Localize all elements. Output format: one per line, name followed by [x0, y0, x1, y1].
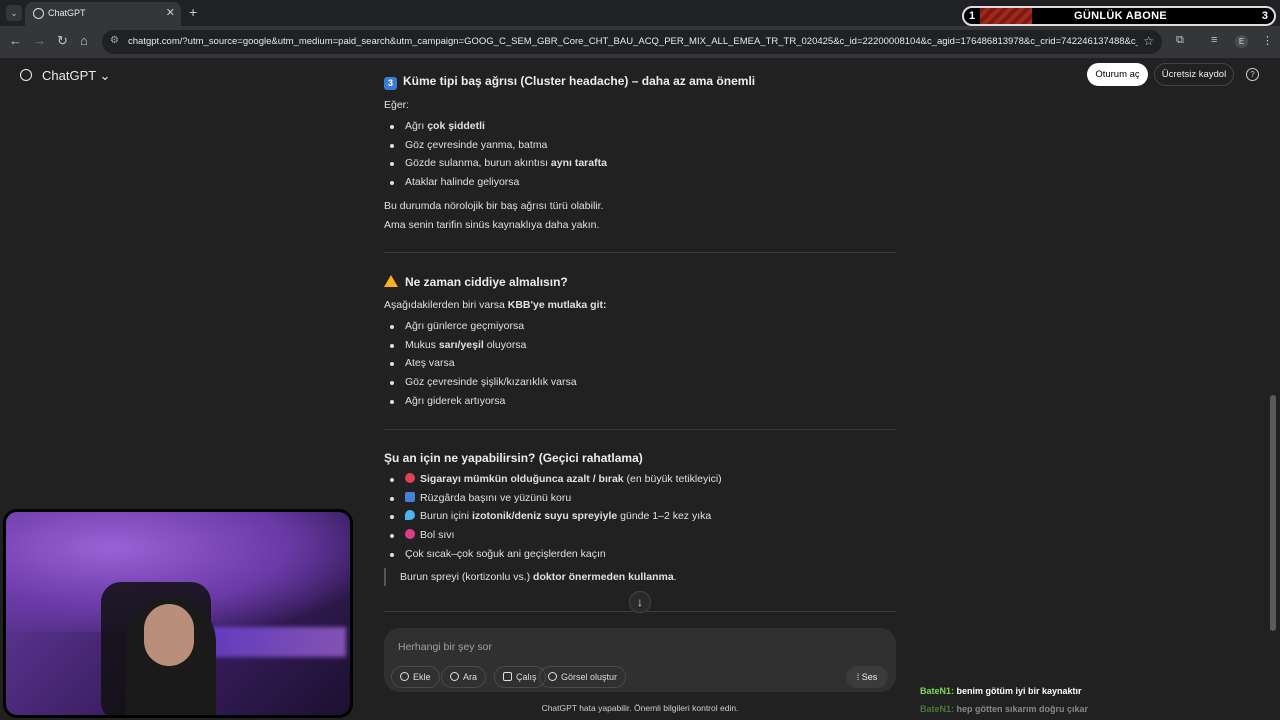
composer[interactable]: Herhangi bir şey sor Ekle Ara Çalış Görs… [384, 628, 896, 692]
section-cluster-list: Ağrı çok şiddetli Göz çevresinde yanma, … [384, 120, 607, 195]
chatgpt-favicon-icon [33, 8, 44, 19]
paperclip-icon [400, 672, 409, 681]
list-item: Ağrı giderek artıyorsa [384, 395, 577, 414]
site-info-icon[interactable]: ⚙ [110, 35, 119, 46]
divider [384, 429, 896, 430]
webcam-face [144, 604, 194, 666]
disclaimer: ChatGPT hata yapabilir. Önemli bilgileri… [541, 703, 739, 713]
section-cluster-note-2: Ama senin tarifin sinüs kaynaklıya daha … [384, 219, 600, 231]
webcam-light [196, 627, 346, 657]
warning-icon [384, 275, 398, 287]
chatgpt-logo-icon [20, 69, 32, 81]
blockquote-warning: Burun spreyi (kortizonlu vs.) doktor öne… [384, 568, 896, 586]
section-serious-title: Ne zaman ciddiye almalısın? [405, 275, 568, 289]
prompt-input[interactable]: Herhangi bir şey sor [398, 641, 492, 653]
close-tab-icon[interactable]: ✕ [166, 6, 175, 19]
scroll-down-button[interactable]: ↓ [629, 591, 651, 613]
chevron-down-icon: ⌄ [99, 68, 111, 83]
no-smoking-icon [405, 473, 415, 483]
list-item: Bol sıvı [384, 529, 722, 548]
back-icon[interactable]: ← [9, 33, 22, 48]
section-cluster-title: Küme tipi baş ağrısı (Cluster headache) … [403, 74, 756, 88]
scrollbar[interactable] [1270, 58, 1276, 698]
reading-list-icon[interactable]: ≡ [1211, 34, 1217, 46]
section-relief-heading: Şu an için ne yapabilirsin? (Geçici raha… [384, 451, 643, 465]
banner-left-count: 1 [969, 10, 976, 22]
list-item: Ateş varsa [384, 357, 577, 376]
list-item: Göz çevresinde yanma, batma [384, 139, 607, 158]
url-text: chatgpt.com/?utm_source=google&utm_mediu… [128, 36, 1138, 47]
brand-name: ChatGPT [42, 68, 96, 83]
drink-icon [405, 529, 415, 540]
list-item: Rüzgârda başını ve yüzünü koru [384, 491, 722, 511]
list-item: Mukus sarı/yeşil oluyorsa [384, 339, 577, 358]
list-item: Gözde sulanma, burun akıntısı aynı taraf… [384, 157, 607, 176]
profile-avatar[interactable]: E [1235, 35, 1248, 48]
webcam-overlay [3, 509, 353, 718]
section-serious-intro: Aşağıdakilerden biri varsa KBB'ye mutlak… [384, 299, 607, 311]
tab-title: ChatGPT [48, 8, 86, 18]
banner-right-count: 3 [1261, 10, 1268, 22]
study-button[interactable]: Çalış [494, 666, 546, 688]
list-item: Ağrı günlerce geçmiyorsa [384, 320, 577, 339]
stream-chat-message: BateN1: hep götten sıkarım doğru çıkar [920, 704, 1089, 714]
help-icon[interactable]: ? [1246, 68, 1259, 81]
list-item: Burun içini izotonik/deniz suyu spreyiyl… [384, 510, 722, 529]
signup-button[interactable]: Ücretsiz kaydol [1154, 63, 1234, 86]
section-cluster-intro: Eğer: [384, 99, 410, 111]
list-item: Ataklar halinde geliyorsa [384, 176, 607, 195]
section-relief-list: Sigarayı mümkün olduğunca azalt / bırak … [384, 473, 722, 566]
reload-icon[interactable]: ↻ [57, 33, 68, 49]
attach-button[interactable]: Ekle [391, 666, 440, 688]
menu-icon[interactable]: ⋮ [1262, 34, 1273, 47]
new-tab-icon[interactable]: + [189, 4, 197, 20]
banner-label: GÜNLÜK ABONE [1074, 10, 1168, 22]
stream-sub-banner: 1 GÜNLÜK ABONE 3 [962, 6, 1276, 26]
globe-icon [450, 672, 459, 681]
forward-icon[interactable]: → [33, 33, 46, 48]
banner-stripe [980, 8, 1032, 24]
voice-button[interactable]: ⁞ Ses [846, 666, 888, 688]
list-item: Çok sıcak–çok soğuk ani geçişlerden kaçı… [384, 548, 722, 567]
image-icon [548, 672, 557, 681]
browser-toolbar: ← → ↻ ⌂ ⚙ chatgpt.com/?utm_source=google… [0, 26, 1280, 58]
list-item: Sigarayı mümkün olduğunca azalt / bırak … [384, 473, 722, 492]
keycap-three-icon: 3 [384, 77, 397, 90]
search-button[interactable]: Ara [441, 666, 487, 688]
tab-chatgpt[interactable]: ChatGPT ✕ [25, 2, 181, 26]
extensions-icon[interactable]: ⧉ [1176, 34, 1184, 47]
divider [384, 252, 896, 253]
model-switcher[interactable]: ChatGPT ⌄ [20, 68, 110, 84]
create-image-button[interactable]: Görsel oluştur [539, 666, 627, 688]
list-item: Ağrı çok şiddetli [384, 120, 607, 139]
tab-search-icon[interactable]: ⌄ [6, 5, 22, 21]
droplet-icon [405, 510, 415, 521]
stream-chat-message: BateN1: benim götüm iyi bir kaynaktır [920, 686, 1082, 696]
scarf-icon [405, 491, 415, 502]
section-serious-heading: Ne zaman ciddiye almalısın? [384, 275, 568, 289]
scrollbar-thumb[interactable] [1270, 395, 1276, 631]
bookmark-star-icon[interactable]: ☆ [1143, 34, 1154, 48]
section-cluster-note-1: Bu durumda nörolojik bir baş ağrısı türü… [384, 200, 604, 212]
login-button[interactable]: Oturum aç [1087, 63, 1148, 86]
address-bar[interactable]: ⚙ chatgpt.com/?utm_source=google&utm_med… [102, 30, 1162, 54]
section-cluster-heading: 3 Küme tipi baş ağrısı (Cluster headache)… [384, 74, 755, 90]
home-icon[interactable]: ⌂ [80, 33, 88, 48]
book-icon [503, 672, 512, 681]
section-serious-list: Ağrı günlerce geçmiyorsa Mukus sarı/yeşi… [384, 320, 577, 413]
list-item: Göz çevresinde şişlik/kızarıklık varsa [384, 376, 577, 395]
